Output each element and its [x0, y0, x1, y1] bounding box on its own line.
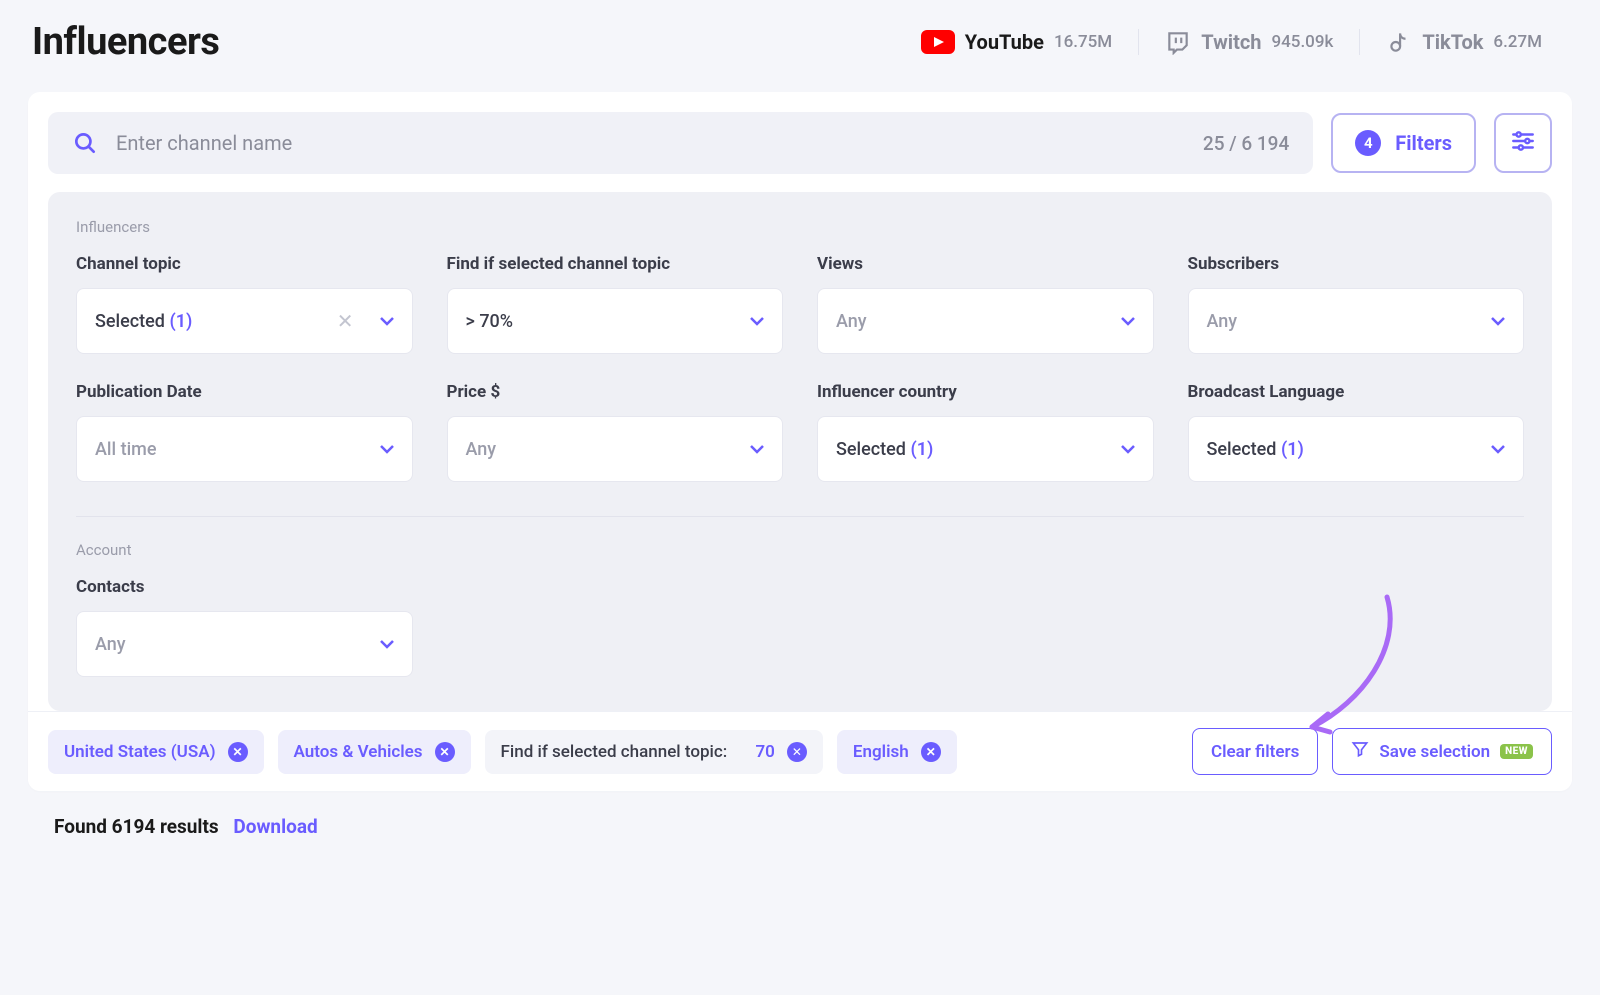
field-label: Subscribers [1188, 254, 1525, 274]
search-box[interactable]: 25 / 6 194 [48, 112, 1313, 174]
clear-filters-button[interactable]: Clear filters [1192, 728, 1318, 775]
filters-count-badge: 4 [1355, 130, 1381, 156]
filter-group-label: Account [76, 541, 1524, 559]
select-price[interactable]: Any [447, 416, 784, 482]
select-publication-date[interactable]: All time [76, 416, 413, 482]
save-selection-button[interactable]: Save selection NEW [1332, 728, 1552, 775]
select-subscribers[interactable]: Any [1188, 288, 1525, 354]
platform-twitch[interactable]: Twitch 945.09k [1138, 29, 1359, 55]
select-topic-threshold[interactable]: > 70% [447, 288, 784, 354]
filter-settings-button[interactable] [1494, 113, 1552, 173]
platform-count: 945.09k [1271, 32, 1333, 52]
select-views[interactable]: Any [817, 288, 1154, 354]
platform-tiktok[interactable]: TikTok 6.27M [1359, 29, 1568, 55]
filter-group-label: Influencers [76, 218, 1524, 236]
remove-chip-icon[interactable]: ✕ [921, 742, 941, 762]
search-icon [72, 130, 98, 156]
chevron-down-icon [1491, 311, 1505, 332]
filter-chip-language[interactable]: English ✕ [837, 730, 957, 774]
chevron-down-icon [380, 311, 394, 332]
filter-chip-topic[interactable]: Autos & Vehicles ✕ [278, 730, 471, 774]
search-input[interactable] [116, 131, 1191, 155]
remove-chip-icon[interactable]: ✕ [787, 742, 807, 762]
field-label: Publication Date [76, 382, 413, 402]
field-label: Views [817, 254, 1154, 274]
platform-name: Twitch [1201, 30, 1261, 54]
remove-chip-icon[interactable]: ✕ [435, 742, 455, 762]
field-label: Channel topic [76, 254, 413, 274]
field-label: Broadcast Language [1188, 382, 1525, 402]
filters-button[interactable]: 4 Filters [1331, 113, 1476, 173]
select-channel-topic[interactable]: Selected (1) ✕ [76, 288, 413, 354]
page-title: Influencers [32, 20, 219, 64]
platform-count: 6.27M [1493, 32, 1542, 52]
field-label: Price $ [447, 382, 784, 402]
platform-name: TikTok [1422, 30, 1483, 54]
platform-tabs: YouTube 16.75M Twitch 945.09k TikTok 6.2… [895, 29, 1568, 55]
new-badge: NEW [1500, 744, 1533, 759]
filters-label: Filters [1395, 131, 1452, 155]
field-label: Contacts [76, 577, 413, 597]
platform-name: YouTube [965, 30, 1044, 54]
chevron-down-icon [1491, 439, 1505, 460]
select-contacts[interactable]: Any [76, 611, 413, 677]
results-count: Found 6194 results [54, 815, 219, 838]
select-influencer-country[interactable]: Selected (1) [817, 416, 1154, 482]
funnel-icon [1351, 740, 1369, 763]
clear-icon[interactable]: ✕ [337, 309, 354, 333]
search-count: 25 / 6 194 [1203, 132, 1289, 155]
tiktok-icon [1386, 29, 1412, 55]
chevron-down-icon [1121, 439, 1135, 460]
chevron-down-icon [380, 439, 394, 460]
download-link[interactable]: Download [233, 815, 317, 838]
field-label: Find if selected channel topic [447, 254, 784, 274]
filter-chip-threshold[interactable]: Find if selected channel topic: 70 ✕ [485, 730, 823, 774]
chevron-down-icon [380, 634, 394, 655]
field-label: Influencer country [817, 382, 1154, 402]
chevron-down-icon [750, 439, 764, 460]
select-broadcast-language[interactable]: Selected (1) [1188, 416, 1525, 482]
platform-count: 16.75M [1054, 32, 1112, 52]
chevron-down-icon [750, 311, 764, 332]
sliders-icon [1510, 128, 1536, 158]
twitch-icon [1165, 29, 1191, 55]
remove-chip-icon[interactable]: ✕ [228, 742, 248, 762]
chevron-down-icon [1121, 311, 1135, 332]
youtube-icon [921, 30, 955, 54]
platform-youtube[interactable]: YouTube 16.75M [895, 30, 1138, 54]
filter-chip-country[interactable]: United States (USA) ✕ [48, 730, 264, 774]
